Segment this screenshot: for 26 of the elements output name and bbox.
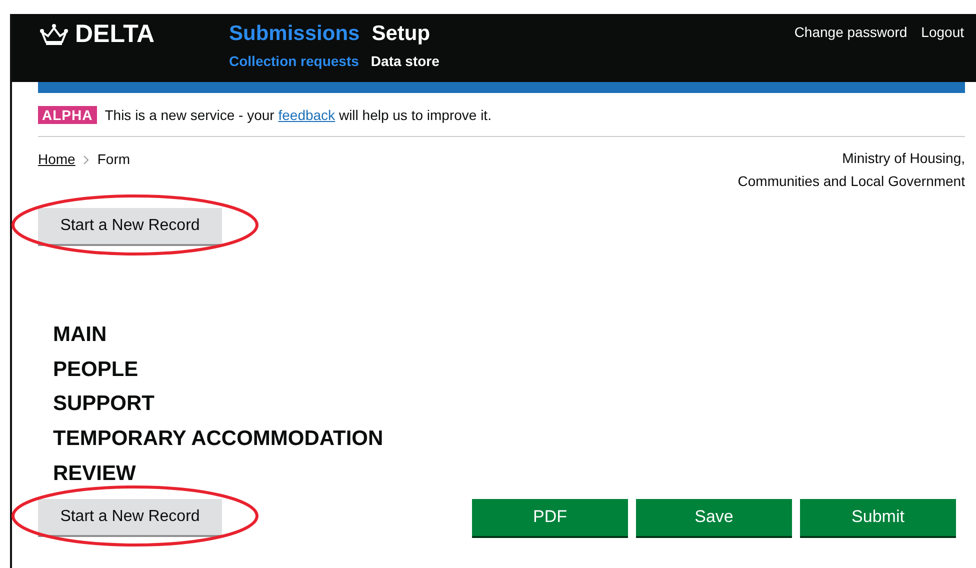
subnav-link[interactable]: Data store xyxy=(370,54,440,68)
start-new-record-button[interactable]: Start a New Record xyxy=(38,208,222,244)
phase-tag: ALPHA xyxy=(38,106,97,124)
breadcrumb-link[interactable]: Home xyxy=(38,151,76,167)
action-button[interactable]: PDF xyxy=(472,498,628,536)
breadcrumb-current: Form xyxy=(97,151,130,167)
section-heading: REVIEW xyxy=(53,460,137,487)
action-button[interactable]: Save xyxy=(636,498,792,536)
header-link[interactable]: Logout xyxy=(921,24,964,82)
phase-banner-text: This is a new service - your feedback will help us to improve it. xyxy=(104,106,492,122)
start-new-record-button[interactable]: Start a New Record xyxy=(38,498,222,535)
section-heading: SUPPORT xyxy=(53,391,156,418)
chevron-icon xyxy=(83,155,90,165)
header-link[interactable]: Change password xyxy=(794,24,908,82)
nav-link[interactable]: Setup xyxy=(372,14,430,54)
feedback-link[interactable]: feedback xyxy=(278,106,336,122)
logo-text: DELTA xyxy=(75,20,155,48)
nav-link[interactable]: Submissions xyxy=(229,14,360,54)
section-heading: PEOPLE xyxy=(53,356,140,383)
section-heading: MAIN xyxy=(53,322,108,348)
section-heading: TEMPORARY ACCOMMODATION xyxy=(53,426,384,452)
action-button[interactable]: Submit xyxy=(800,498,956,536)
subnav-link[interactable]: Collection requests xyxy=(229,54,359,68)
organisation-name: Communities and Local Government xyxy=(738,172,965,191)
organisation-name: Ministry of Housing, xyxy=(842,149,965,168)
crown-icon xyxy=(39,22,69,46)
